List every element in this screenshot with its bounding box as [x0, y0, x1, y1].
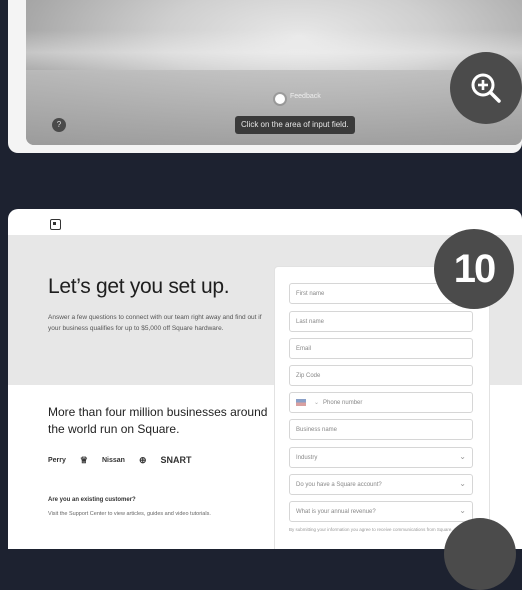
crown-logo-icon: ♕ [79, 454, 88, 465]
next-step-badge [444, 518, 516, 590]
customer-logo: SNART [160, 455, 192, 465]
zoom-in-icon [471, 73, 501, 103]
image-preview-card: Feedback Click on the area of input fiel… [8, 0, 522, 153]
email-field[interactable]: Email [289, 338, 473, 359]
zip-code-field[interactable]: Zip Code [289, 365, 473, 386]
faq-answer: Visit the Support Center to view article… [48, 511, 211, 517]
faq-question: Are you an existing customer? [48, 497, 136, 503]
annual-revenue-select[interactable]: What is your annual revenue? [289, 500, 473, 522]
industry-select[interactable]: Industry [289, 446, 473, 468]
customer-logos: Perry ♕ Nissan ⊕ SNART [48, 451, 263, 469]
signup-form: First name Last name Email Zip Code ⌄ Pho… [274, 266, 490, 549]
customer-logo: Nissan [101, 456, 125, 464]
phone-placeholder: Phone number [323, 400, 363, 406]
zoom-in-button[interactable] [450, 52, 522, 124]
blurred-photo: Feedback Click on the area of input fiel… [26, 0, 522, 145]
us-flag-icon [296, 398, 306, 406]
photo-marker-label: Feedback [290, 93, 321, 100]
instruction-caption: Click on the area of input field. [235, 116, 355, 134]
phone-field[interactable]: ⌄ Phone number [289, 392, 473, 413]
hero-description: Answer a few questions to connect with o… [48, 314, 262, 332]
help-icon[interactable]: ? [52, 118, 66, 132]
last-name-field[interactable]: Last name [289, 311, 473, 332]
photo-highlight [26, 30, 522, 75]
square-logo-icon[interactable] [50, 219, 61, 230]
customer-logo: Perry [48, 456, 66, 464]
step-number-badge: 10 [434, 229, 514, 309]
business-name-field[interactable]: Business name [289, 419, 473, 440]
circle-logo-icon: ⊕ [138, 454, 147, 465]
page-title: Let’s get you set up. [48, 275, 230, 298]
form-disclaimer: By submitting your information you agree… [289, 527, 453, 532]
photo-marker-icon[interactable] [275, 94, 285, 104]
country-chevron-icon[interactable]: ⌄ [314, 400, 319, 406]
square-account-select[interactable]: Do you have a Square account? [289, 473, 473, 495]
social-proof-title: More than four million businesses around… [48, 405, 268, 436]
